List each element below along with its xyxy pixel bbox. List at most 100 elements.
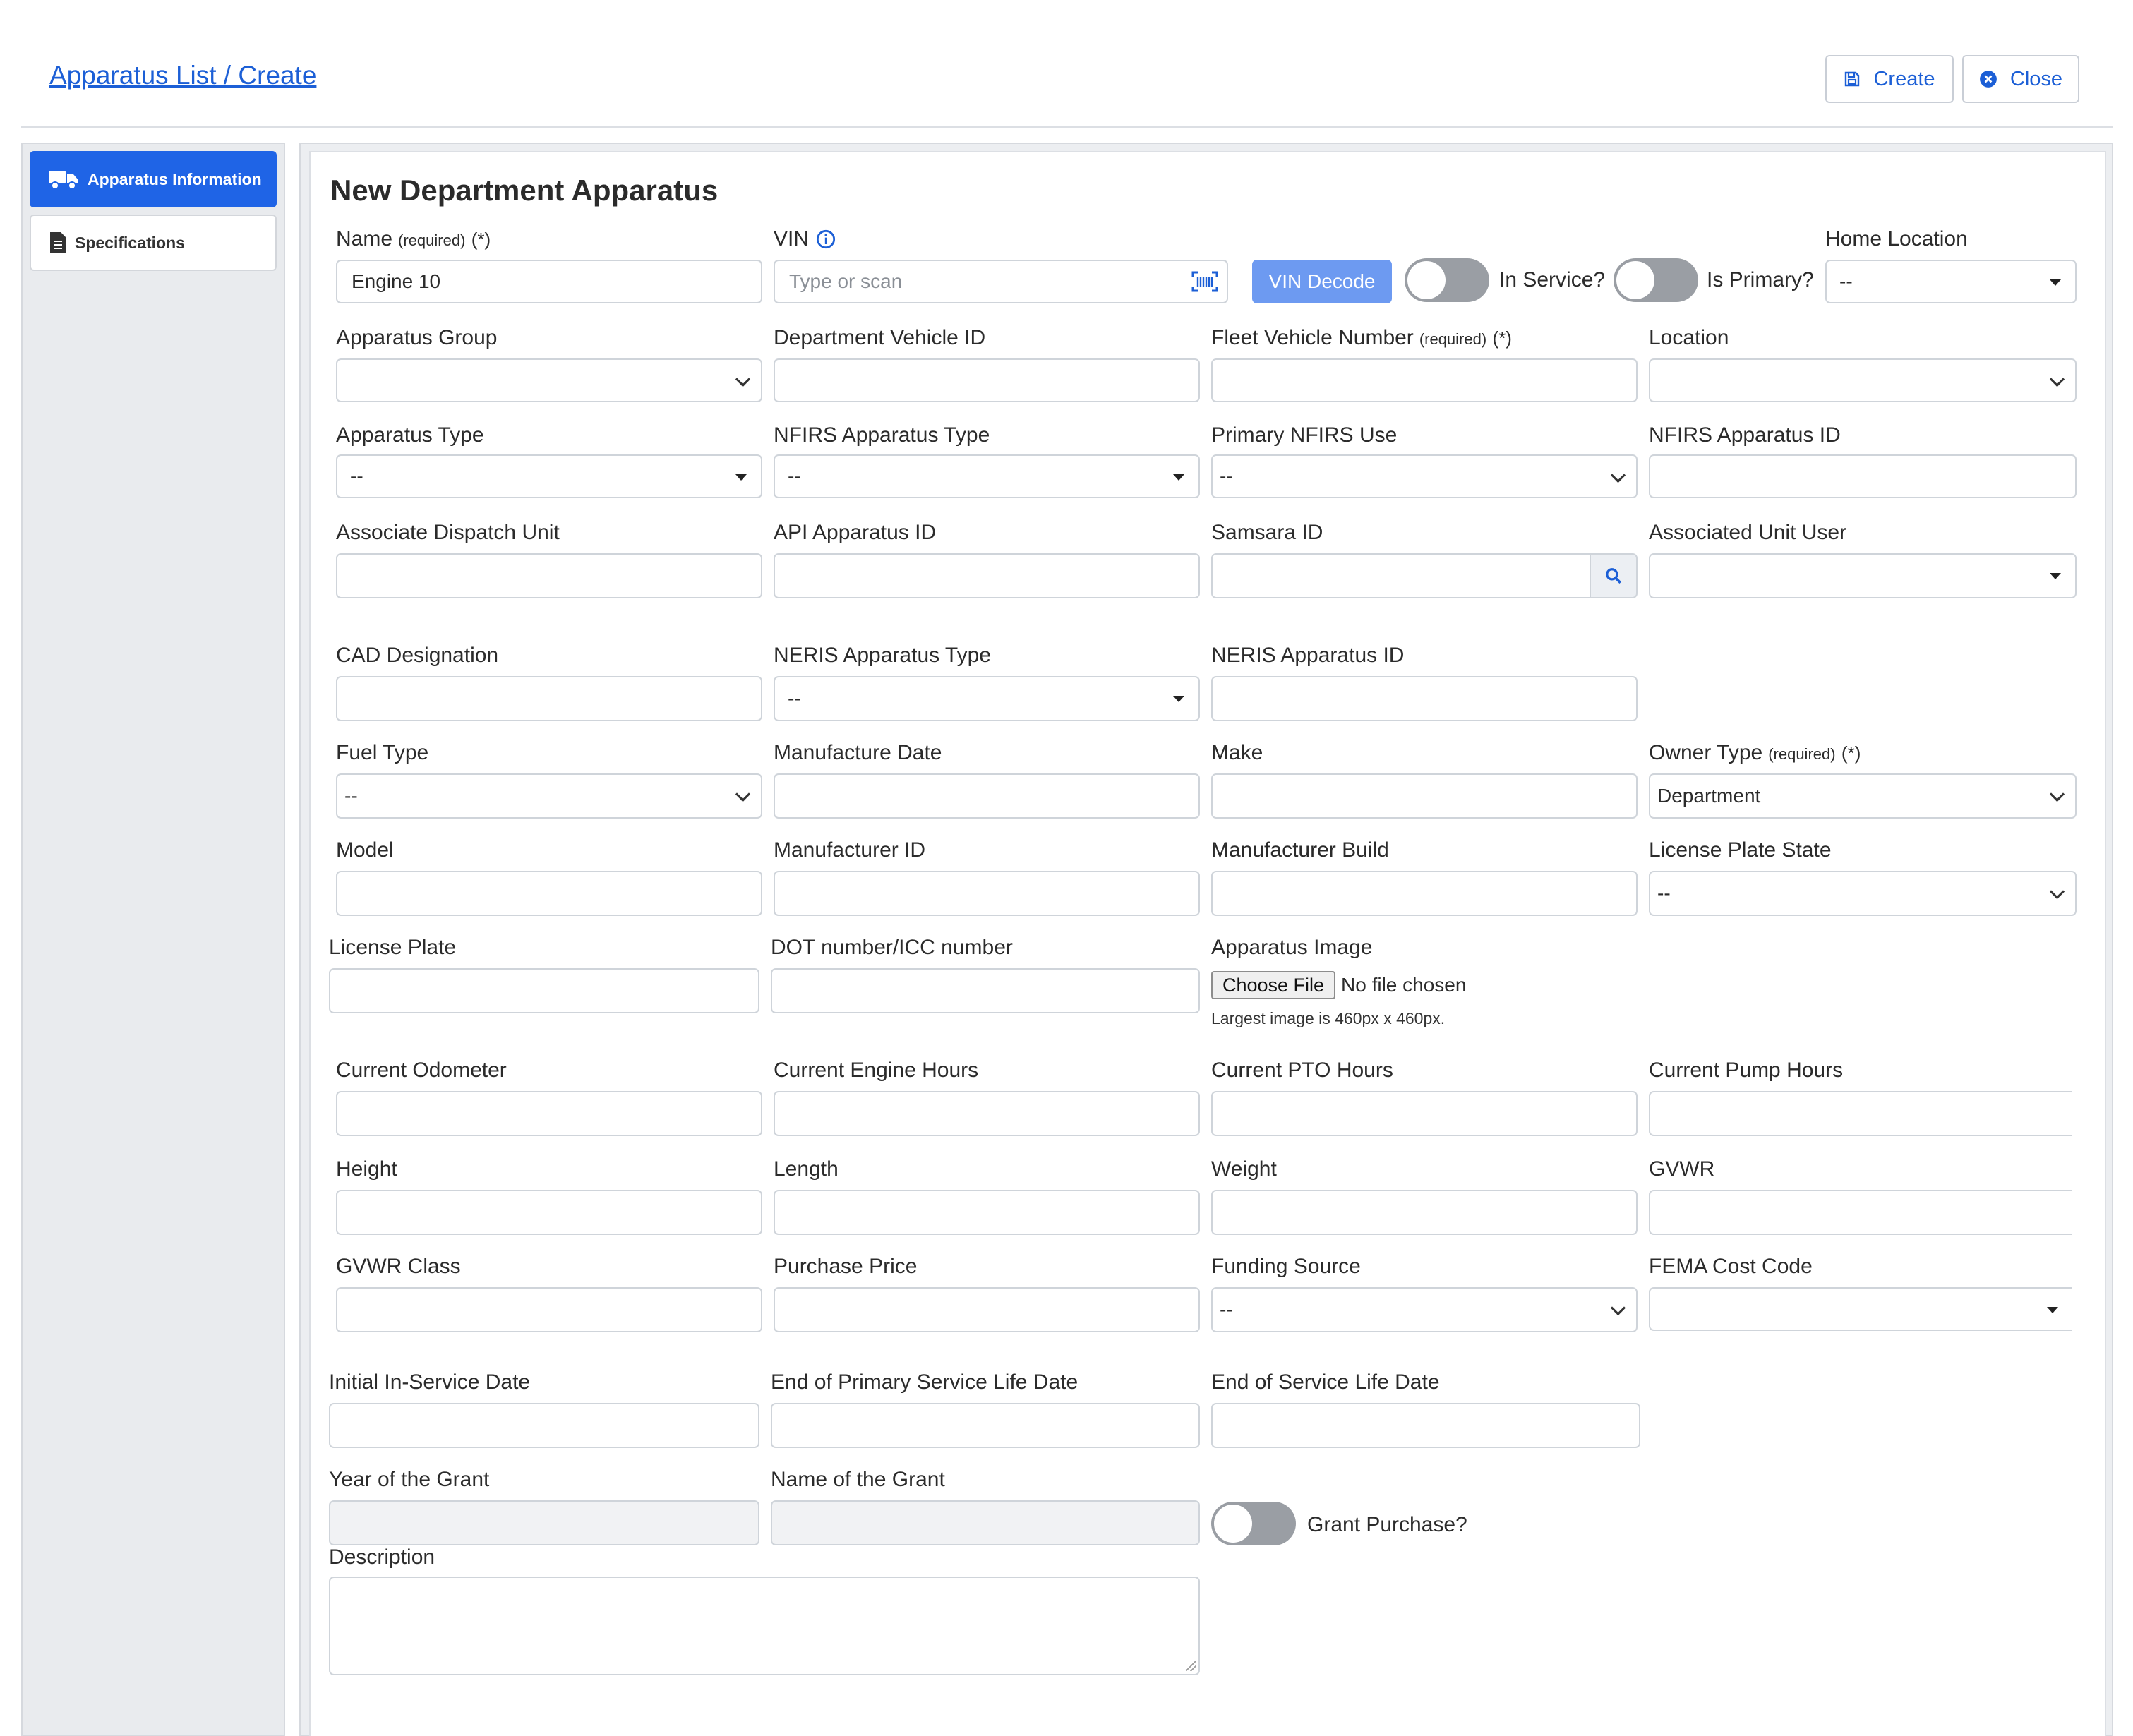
- resize-handle-icon[interactable]: [1186, 1661, 1196, 1671]
- current-engine-hours-input[interactable]: [774, 1091, 1200, 1136]
- close-button[interactable]: Close: [1962, 55, 2079, 103]
- weight-input[interactable]: [1211, 1190, 1638, 1235]
- initial-in-service-date-input[interactable]: [329, 1403, 759, 1448]
- fuel-type-select[interactable]: --: [336, 773, 762, 819]
- manufacture-date-input[interactable]: [774, 773, 1200, 819]
- apparatus-group-label: Apparatus Group: [336, 326, 498, 349]
- license-plate-state-select[interactable]: --: [1649, 871, 2077, 916]
- search-icon: [1606, 568, 1622, 584]
- vin-input[interactable]: Type or scan: [774, 260, 1184, 303]
- location-label: Location: [1649, 326, 1729, 349]
- location-select[interactable]: [1649, 358, 2077, 402]
- name-of-grant-label: Name of the Grant: [771, 1468, 945, 1491]
- weight-label: Weight: [1211, 1157, 1277, 1181]
- in-service-toggle[interactable]: [1405, 258, 1489, 302]
- image-size-note: Largest image is 460px x 460px.: [1211, 1009, 1446, 1027]
- length-input[interactable]: [774, 1190, 1200, 1235]
- apparatus-type-select[interactable]: --: [336, 454, 762, 498]
- grant-purchase-toggle[interactable]: [1211, 1502, 1296, 1545]
- cad-designation-input[interactable]: [336, 676, 762, 721]
- primary-nfirs-use-label: Primary NFIRS Use: [1211, 423, 1398, 447]
- name-of-grant-input[interactable]: [771, 1500, 1200, 1545]
- choose-file-button[interactable]: Choose File: [1211, 971, 1335, 999]
- height-input[interactable]: [336, 1190, 762, 1235]
- in-service-label: In Service?: [1499, 268, 1606, 291]
- license-plate-state-label: License Plate State: [1649, 838, 1832, 862]
- api-apparatus-id-input[interactable]: [774, 553, 1200, 598]
- name-label: Name (required) (*): [336, 227, 491, 251]
- truck-icon: [49, 171, 78, 190]
- sidebar-item-apparatus-information[interactable]: Apparatus Information: [30, 151, 277, 207]
- gvwr-class-label: GVWR Class: [336, 1255, 461, 1278]
- header-divider: [21, 126, 2113, 128]
- sidebar: [21, 143, 285, 1736]
- gvwr-input[interactable]: [1649, 1190, 2072, 1235]
- funding-source-select[interactable]: --: [1211, 1287, 1638, 1332]
- current-pump-hours-label: Current Pump Hours: [1649, 1059, 1844, 1082]
- year-of-grant-label: Year of the Grant: [329, 1468, 490, 1491]
- breadcrumb[interactable]: Apparatus List / Create: [49, 61, 316, 90]
- fema-cost-code-select[interactable]: [1649, 1287, 2072, 1331]
- length-label: Length: [774, 1157, 839, 1181]
- department-vehicle-id-input[interactable]: [774, 358, 1200, 402]
- associated-unit-user-select[interactable]: [1649, 553, 2077, 598]
- initial-in-service-date-label: Initial In-Service Date: [329, 1370, 531, 1394]
- primary-nfirs-use-select[interactable]: --: [1211, 454, 1638, 498]
- year-of-grant-input[interactable]: [329, 1500, 759, 1545]
- associate-dispatch-unit-input[interactable]: [336, 553, 762, 598]
- current-pump-hours-input[interactable]: [1649, 1091, 2072, 1136]
- gvwr-class-input[interactable]: [336, 1287, 762, 1332]
- close-circle-icon: [1980, 71, 1997, 88]
- nfirs-apparatus-id-label: NFIRS Apparatus ID: [1649, 423, 1841, 447]
- barcode-scan-button[interactable]: [1183, 260, 1228, 303]
- manufacturer-id-input[interactable]: [774, 871, 1200, 916]
- manufacturer-build-label: Manufacturer Build: [1211, 838, 1389, 862]
- vin-decode-button[interactable]: VIN Decode: [1252, 260, 1392, 303]
- current-pto-hours-label: Current PTO Hours: [1211, 1059, 1393, 1082]
- is-primary-toggle[interactable]: [1614, 258, 1698, 302]
- current-engine-hours-label: Current Engine Hours: [774, 1059, 979, 1082]
- home-location-select[interactable]: --: [1825, 260, 2077, 303]
- end-primary-service-life-input[interactable]: [771, 1403, 1200, 1448]
- samsara-search-button[interactable]: [1590, 553, 1638, 598]
- dot-number-input[interactable]: [771, 968, 1200, 1013]
- end-service-life-input[interactable]: [1211, 1403, 1640, 1448]
- samsara-id-label: Samsara ID: [1211, 521, 1323, 544]
- model-input[interactable]: [336, 871, 762, 916]
- end-primary-service-life-label: End of Primary Service Life Date: [771, 1370, 1078, 1394]
- fema-cost-code-label: FEMA Cost Code: [1649, 1255, 1813, 1278]
- neris-apparatus-type-select[interactable]: --: [774, 676, 1200, 721]
- purchase-price-input[interactable]: [774, 1287, 1200, 1332]
- save-icon: [1845, 71, 1860, 87]
- samsara-id-input[interactable]: [1211, 553, 1591, 598]
- model-label: Model: [336, 838, 394, 862]
- manufacturer-id-label: Manufacturer ID: [774, 838, 926, 862]
- fleet-vehicle-number-input[interactable]: [1211, 358, 1638, 402]
- info-icon[interactable]: [816, 229, 836, 249]
- neris-apparatus-id-input[interactable]: [1211, 676, 1638, 721]
- make-label: Make: [1211, 741, 1263, 764]
- sidebar-item-specifications[interactable]: Specifications: [30, 215, 277, 271]
- neris-apparatus-type-label: NERIS Apparatus Type: [774, 644, 991, 667]
- create-button-label: Create: [1873, 67, 1935, 90]
- nfirs-apparatus-type-select[interactable]: --: [774, 454, 1200, 498]
- owner-type-select[interactable]: Department: [1649, 773, 2077, 819]
- grant-purchase-label: Grant Purchase?: [1307, 1513, 1467, 1536]
- name-input[interactable]: Engine 10: [336, 260, 762, 303]
- current-pto-hours-input[interactable]: [1211, 1091, 1638, 1136]
- apparatus-group-select[interactable]: [336, 358, 762, 402]
- document-icon: [50, 232, 66, 253]
- manufacture-date-label: Manufacture Date: [774, 741, 942, 764]
- manufacturer-build-input[interactable]: [1211, 871, 1638, 916]
- license-plate-input[interactable]: [329, 968, 759, 1013]
- description-textarea[interactable]: [329, 1577, 1200, 1675]
- sidebar-item-label: Apparatus Information: [88, 169, 262, 188]
- current-odometer-input[interactable]: [336, 1091, 762, 1136]
- make-input[interactable]: [1211, 773, 1638, 819]
- close-button-label: Close: [2009, 67, 2063, 90]
- page-title: New Department Apparatus: [330, 174, 719, 207]
- vin-label: VIN: [774, 227, 836, 251]
- nfirs-apparatus-id-input[interactable]: [1649, 454, 2077, 498]
- height-label: Height: [336, 1157, 397, 1181]
- create-button[interactable]: Create: [1825, 55, 1954, 103]
